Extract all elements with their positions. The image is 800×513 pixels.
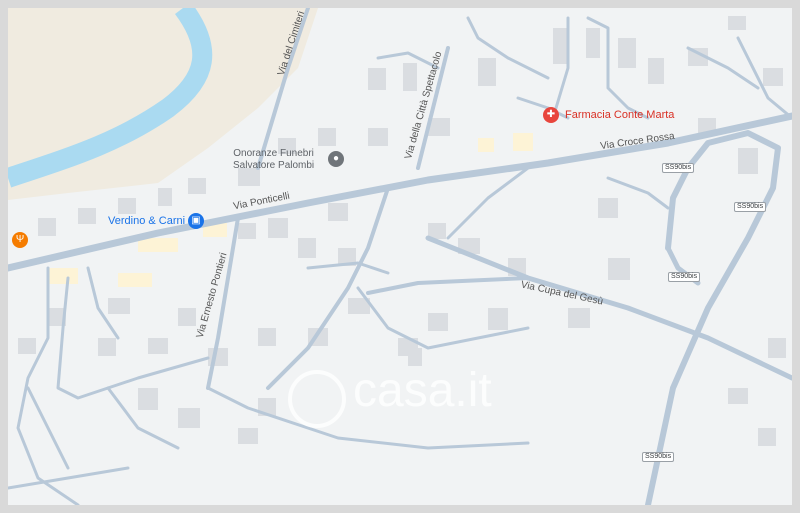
highway-shield: SS90bis — [668, 272, 701, 282]
map-canvas[interactable] — [8, 8, 792, 505]
poi-label-onoranze[interactable]: Onoranze Funebri Salvatore Palombi — [233, 148, 314, 172]
place-icon[interactable]: ● — [328, 151, 344, 167]
poi-label-verdino[interactable]: Verdino & Carni — [108, 216, 185, 227]
map-frame[interactable]: casa.it Via Ponticelli Via Croce Rossa V… — [8, 8, 792, 505]
highway-shield: SS90bis — [734, 202, 767, 212]
poi-label-farmacia[interactable]: Farmacia Conte Marta — [565, 110, 674, 121]
highway-shield: SS90bis — [642, 452, 675, 462]
shopping-bag-icon[interactable]: ▣ — [188, 213, 204, 229]
restaurant-icon[interactable]: Ψ — [12, 232, 28, 248]
poi-label-onoranze-line1: Onoranze Funebri — [233, 148, 314, 159]
pharmacy-icon[interactable]: ✚ — [543, 107, 559, 123]
watermark-logo-icon — [288, 370, 346, 428]
highway-shield: SS90bis — [662, 163, 695, 173]
poi-label-onoranze-line2: Salvatore Palombi — [233, 160, 315, 171]
watermark-text: casa.it — [353, 364, 492, 417]
